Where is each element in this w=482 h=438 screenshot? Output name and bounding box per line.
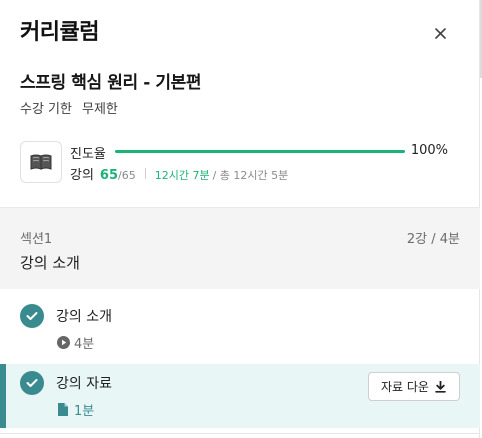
section-meta: 2강 / 4분: [406, 232, 460, 247]
section-title: 강의 소개: [20, 254, 80, 272]
lesson-title: 강의 자료: [56, 376, 112, 392]
panel-title: 커리큘럼: [20, 20, 99, 45]
lesson-title: 강의 소개: [56, 309, 112, 325]
close-icon: [434, 27, 446, 39]
lesson-duration: 1분: [56, 400, 94, 419]
lesson-duration: 4분: [56, 333, 94, 352]
progress-label: 진도율: [70, 147, 106, 162]
divider: [0, 433, 480, 434]
progress-percent: 100%: [410, 143, 448, 158]
progress-summary: 진도율 100% 강의 65 /65 12시간 7분 / 총 12시간 5분: [20, 140, 460, 184]
progress-bar: [115, 150, 405, 153]
period-label: 수강 기한: [20, 102, 72, 117]
course-title: 스프링 핵심 원리 - 기본편: [20, 73, 202, 93]
time-done: 12시간 7분: [154, 169, 210, 182]
check-icon: [20, 304, 44, 328]
lectures-total: /65: [118, 169, 136, 182]
section-header[interactable]: 섹션1 2강 / 4분 강의 소개: [0, 207, 480, 289]
period-value: 무제한: [81, 102, 118, 117]
lecture-label: 강의: [70, 168, 94, 183]
panel-header: 커리큘럼: [20, 18, 460, 48]
download-label: 자료 다운: [381, 380, 429, 394]
lesson-item-active[interactable]: 강의 자료 1분 자료 다운: [0, 364, 480, 428]
progress-bar-fill: [115, 150, 405, 153]
document-icon: [56, 403, 70, 417]
download-icon: [435, 380, 447, 393]
divider: [144, 168, 146, 179]
lecture-progress: 강의 65 /65 12시간 7분 / 총 12시간 5분: [70, 164, 288, 183]
check-icon: [20, 371, 44, 395]
lesson-item[interactable]: 강의 소개 4분: [0, 299, 480, 363]
lesson-duration-text: 1분: [74, 404, 95, 419]
active-indicator: [0, 364, 6, 428]
section-name: 섹션1: [20, 232, 53, 247]
lesson-duration-text: 4분: [74, 337, 95, 352]
curriculum-panel: 커리큘럼 스프링 핵심 원리 - 기본편 수강 기한 무제한 진도율 100% 강…: [0, 0, 480, 438]
play-icon: [56, 336, 70, 350]
close-button[interactable]: [430, 23, 450, 43]
course-period: 수강 기한 무제한: [20, 98, 128, 117]
download-materials-button[interactable]: 자료 다운: [368, 372, 460, 401]
lectures-done: 65: [99, 168, 119, 183]
book-icon: [20, 141, 62, 183]
time-total: / 총 12시간 5분: [212, 169, 289, 182]
